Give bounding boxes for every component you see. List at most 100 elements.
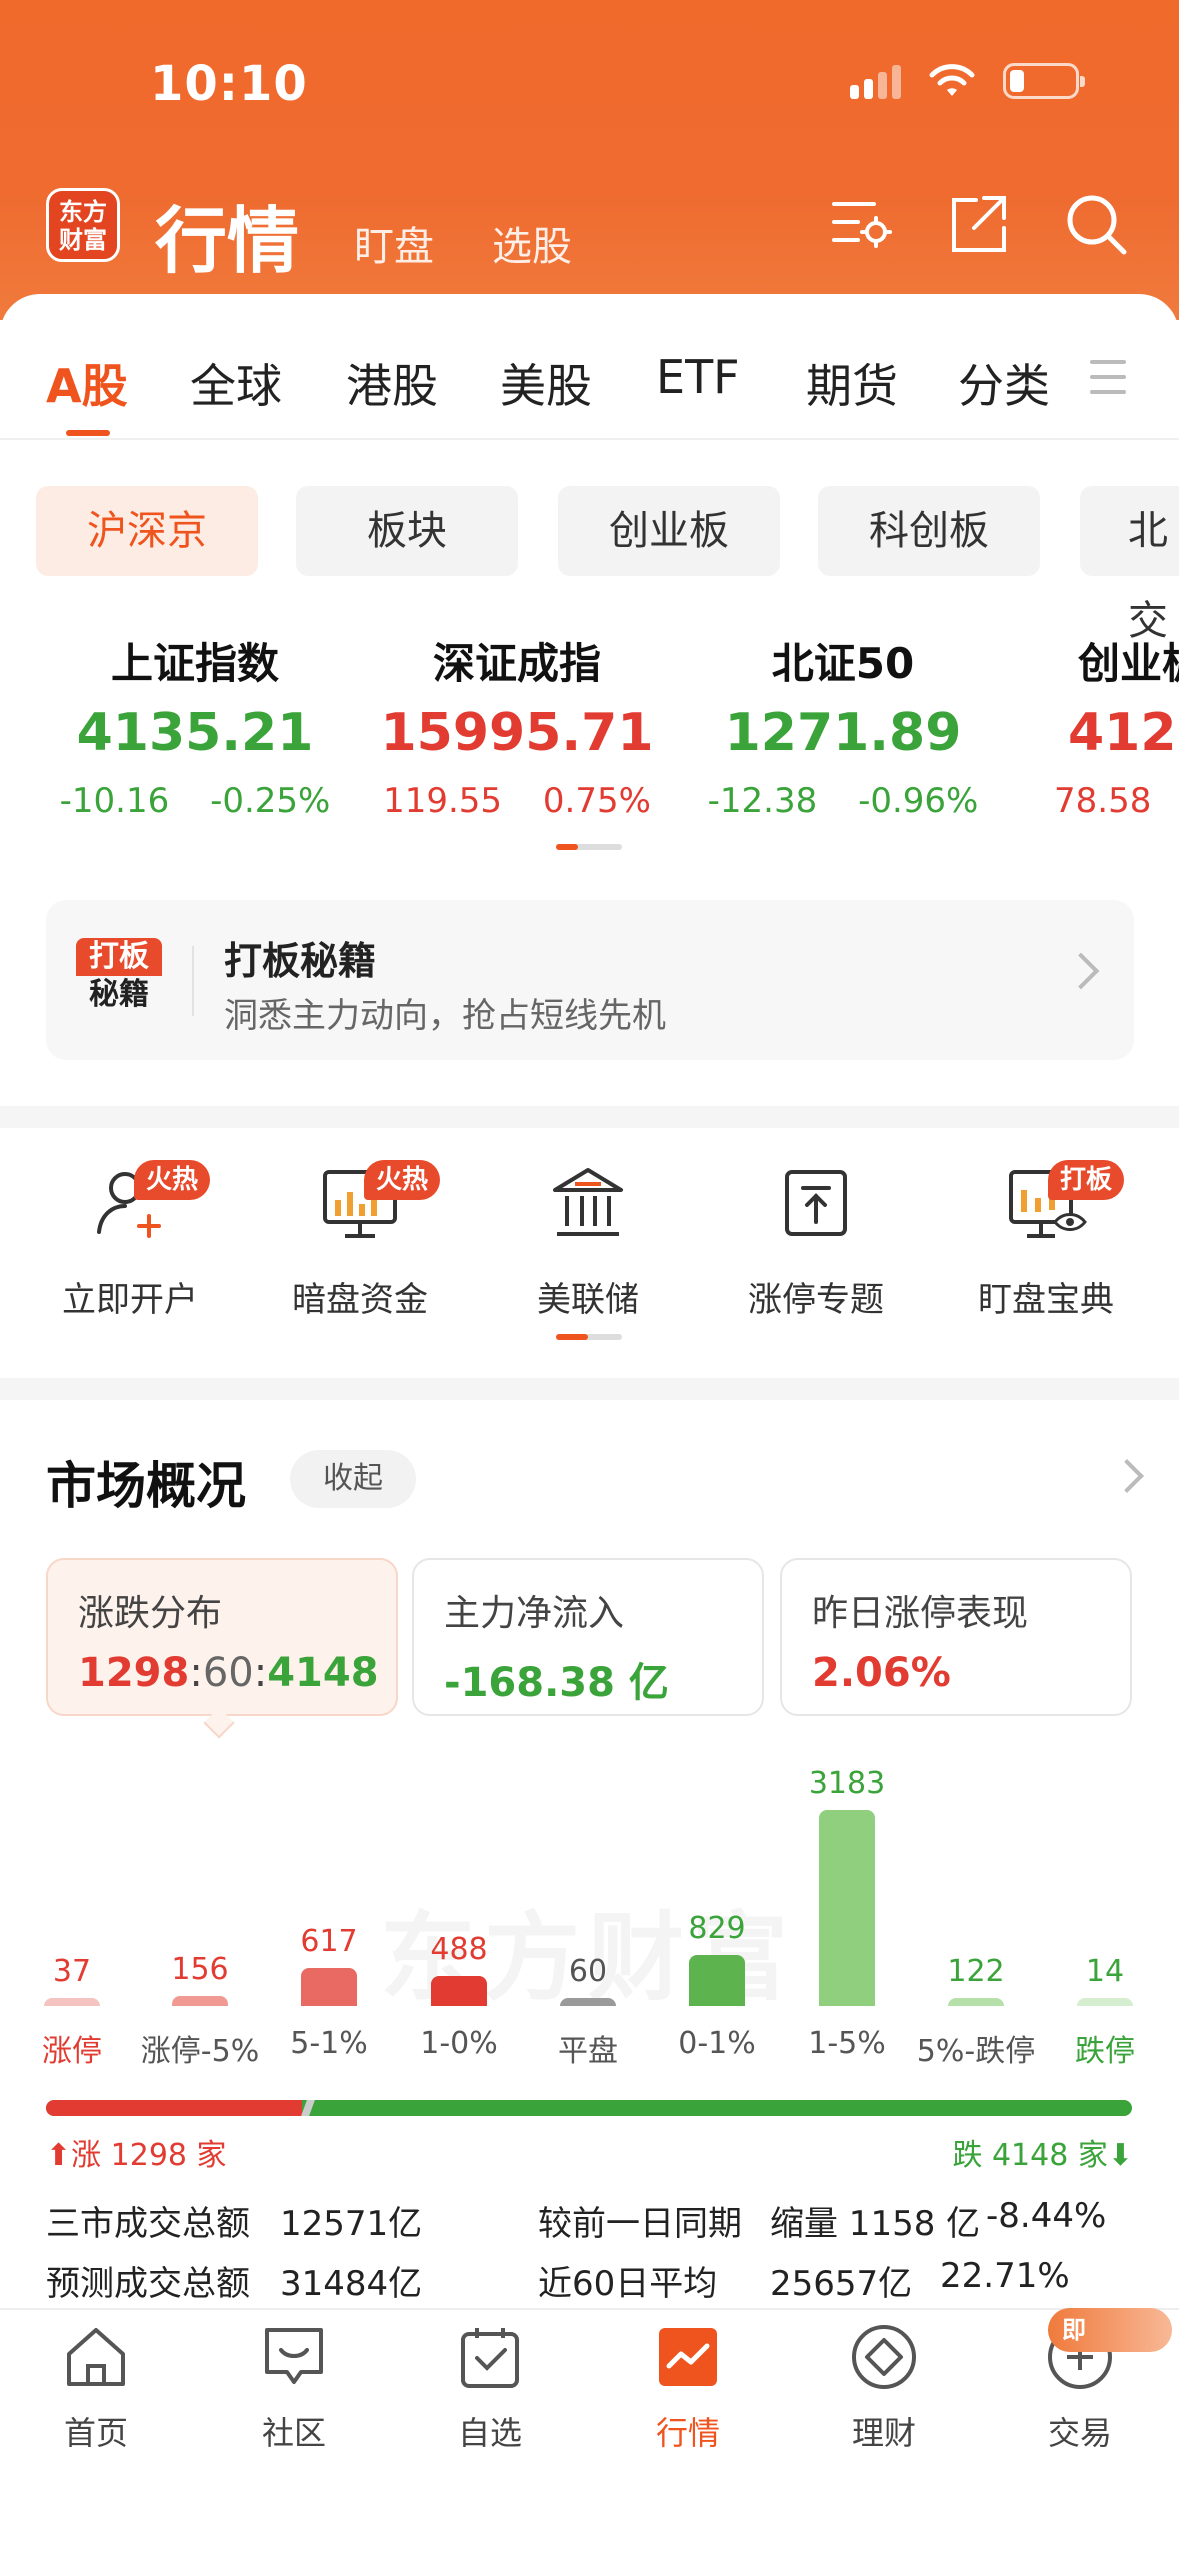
bottom-tab-label: 行情 (655, 2414, 720, 2452)
card-rise-fall[interactable]: 涨跌分布 1298:60:4148 (46, 1558, 398, 1716)
card-label: 昨日涨停表现 (812, 1593, 1029, 1634)
chart-value-label: 617 (300, 1924, 358, 1959)
chip-sectors[interactable]: 板块 (296, 486, 518, 576)
bank-icon (553, 1168, 623, 1236)
chip-bse[interactable]: 北交 (1080, 486, 1179, 644)
compare-pct: -8.44% (986, 2196, 1107, 2236)
status-icons (850, 62, 1085, 100)
cellular-signal-icon (850, 63, 901, 99)
card-value: 2.06% (812, 1650, 951, 1696)
limit-up-icon (785, 1170, 847, 1236)
tab-a-shares[interactable]: A股 (46, 350, 128, 416)
card-main-inflow[interactable]: 主力净流入 -168.38 亿 (412, 1558, 764, 1716)
index-name: 北证50 (771, 639, 915, 688)
compare-label: 较前一日同期 (538, 2204, 742, 2244)
down-count-label: 跌 4148 家⬇ (952, 2130, 1133, 2174)
tab-hk[interactable]: 港股 (346, 350, 438, 416)
chart-category-label: 1-0% (420, 2026, 498, 2061)
floating-promo-badge[interactable]: 即 (1048, 2308, 1172, 2352)
bottom-tab-label: 首页 (63, 2414, 128, 2452)
bottom-tab-community[interactable]: 社区 (224, 2322, 364, 2454)
index-card-bse50[interactable]: 北证50 1271.89 -12.38 -0.96% (684, 630, 1002, 821)
tab-global[interactable]: 全球 (190, 350, 282, 416)
compare-volume: 缩量 1158 亿 (770, 2204, 981, 2244)
index-change: -12.38 (707, 781, 818, 821)
index-pct: 0.75% (542, 781, 651, 821)
index-card-szse[interactable]: 深证成指 15995.71 119.55 0.75% (358, 630, 676, 821)
chart-category-label: 涨停 (42, 2034, 102, 2069)
bottom-tab-home[interactable]: 首页 (26, 2322, 166, 2454)
card-yesterday-limit-up[interactable]: 昨日涨停表现 2.06% (780, 1558, 1132, 1716)
quick-action-fed[interactable]: 美联储 (498, 1160, 678, 1321)
collapse-button[interactable]: 收起 (290, 1450, 416, 1508)
avg-pct: 22.71% (940, 2256, 1070, 2296)
chart-category-label: 1-5% (808, 2026, 886, 2061)
banner-logo-top: 打板 (76, 938, 162, 976)
logo-text-2: 财富 (59, 226, 107, 254)
rise-count: 1298 (78, 1650, 190, 1696)
bottom-tab-label: 社区 (261, 2414, 326, 2452)
chart-bar (948, 1998, 1004, 2006)
nav-stock-picker[interactable]: 选股 (492, 214, 572, 272)
total-turnover-label: 三市成交总额 (46, 2204, 250, 2244)
index-value: 15995.71 (380, 703, 654, 763)
menu-icon[interactable] (1090, 360, 1126, 396)
banner-divider (192, 946, 194, 1016)
section-divider (0, 1378, 1179, 1400)
avg-value: 25657亿 (770, 2264, 913, 2304)
index-value: 4121 (1068, 703, 1179, 763)
wifi-icon (929, 64, 975, 96)
bottom-tab-bar (0, 2308, 1179, 2556)
forecast-label: 预测成交总额 (46, 2264, 250, 2304)
nav-watch[interactable]: 盯盘 (354, 214, 434, 272)
arrow-down-icon: ⬇ (1107, 2138, 1133, 2173)
chart-value-label: 488 (430, 1931, 488, 1967)
index-change: -10.16 (59, 781, 170, 821)
forecast-value: 31484亿 (280, 2264, 423, 2304)
settings-list-icon[interactable] (830, 192, 894, 256)
chip-shanghai-shenzhen[interactable]: 沪深京 (36, 486, 258, 576)
up-down-ratio-bar (46, 2100, 1132, 2116)
index-card-chinext[interactable]: 创业板 4121 78.58 (1054, 630, 1179, 821)
quick-action-limit-up[interactable]: 涨停专题 (726, 1160, 906, 1321)
bottom-tab-label: 交易 (1047, 2414, 1112, 2452)
chart-category-label: 0-1% (678, 2026, 756, 2061)
bottom-tab-market[interactable]: 行情 (618, 2322, 758, 2454)
chart-category-label: 5%-跌停 (916, 2034, 1036, 2069)
hot-badge: 火热 (364, 1160, 441, 1200)
tab-etf[interactable]: ETF (656, 350, 740, 404)
bottom-tab-watchlist[interactable]: 自选 (420, 2322, 560, 2454)
flat-segment (301, 2100, 315, 2116)
banner-logo: 打板 秘籍 (76, 938, 162, 1024)
chip-chinext[interactable]: 创业板 (558, 486, 780, 576)
chart-bar (1077, 1998, 1133, 2006)
index-pct: -0.96% (858, 781, 979, 821)
banner-title: 打板秘籍 (224, 939, 377, 983)
index-card-sse[interactable]: 上证指数 4135.21 -10.16 -0.25% (36, 630, 354, 821)
bottom-tab-wealth[interactable]: 理财 (814, 2322, 954, 2454)
chart-category-label: 跌停 (1075, 2034, 1135, 2069)
tab-indicator (66, 430, 110, 436)
up-segment (46, 2100, 302, 2116)
tab-us[interactable]: 美股 (500, 350, 592, 416)
tab-futures[interactable]: 期货 (806, 350, 898, 416)
arrow-up-icon: ⬆ (46, 2138, 72, 2173)
bottom-tab-label: 自选 (457, 2414, 522, 2452)
chip-star-market[interactable]: 科创板 (818, 486, 1040, 576)
section-divider (0, 1106, 1179, 1128)
promo-banner[interactable]: 打板 秘籍 打板秘籍 洞悉主力动向，抢占短线先机 (46, 900, 1134, 1060)
share-icon[interactable] (946, 192, 1010, 256)
chart-category-label: 涨停-5% (140, 2034, 260, 2069)
quick-action-label: 涨停专题 (748, 1280, 884, 1320)
section-title: 市场概况 (46, 1457, 246, 1515)
banner-logo-bottom: 秘籍 (89, 977, 149, 1012)
chart-bar (431, 1975, 487, 2006)
chart-value-label: 37 (52, 1954, 92, 1989)
search-icon[interactable] (1064, 192, 1128, 256)
index-value: 1271.89 (724, 703, 962, 763)
chart-value-label: 122 (947, 1954, 1005, 1989)
index-pager (556, 844, 622, 850)
chart-value-label: 14 (1085, 1954, 1125, 1989)
battery-icon (1003, 63, 1085, 99)
tab-categories[interactable]: 分类 (958, 350, 1050, 416)
